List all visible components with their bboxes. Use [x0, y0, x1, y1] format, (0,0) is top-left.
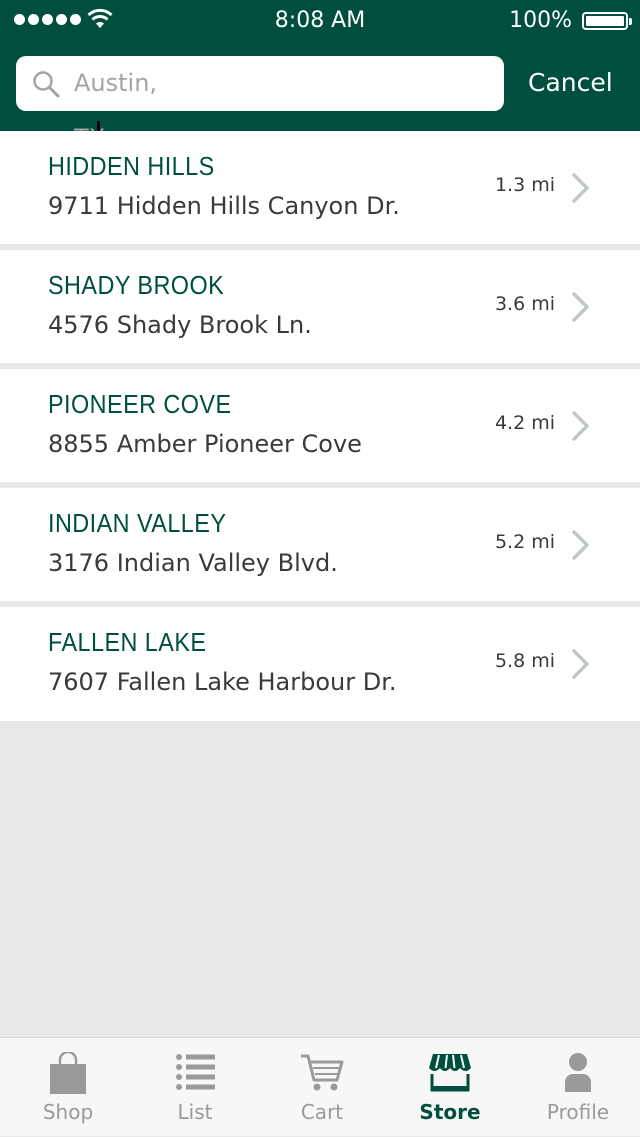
battery-icon	[582, 12, 632, 30]
bag-icon	[50, 1052, 86, 1094]
store-address: 4576 Shady Brook Ln.	[48, 311, 312, 339]
store-distance: 3.6 mi	[494, 293, 555, 315]
store-item[interactable]: SHADY BROOK 4576 Shady Brook Ln. 3.6 mi	[0, 250, 640, 363]
header: 8:08 AM 100% Austin, TX Cancel	[0, 0, 640, 157]
tab-bar: Shop List Cart Store Profile	[0, 1037, 640, 1136]
store-item[interactable]: INDIAN VALLEY 3176 Indian Valley Blvd. 5…	[0, 488, 640, 601]
store-name: INDIAN VALLEY	[48, 508, 227, 538]
search-input[interactable]: Austin, TX	[74, 56, 191, 157]
person-icon	[565, 1053, 591, 1092]
battery-percentage: 100%	[509, 8, 572, 33]
store-distance: 4.2 mi	[494, 412, 555, 434]
store-distance: 5.8 mi	[494, 650, 555, 672]
store-name: PIONEER COVE	[48, 389, 232, 419]
tab-label: Cart	[300, 1100, 344, 1124]
store-distance: 5.2 mi	[494, 531, 555, 553]
chevron-right-icon	[572, 292, 589, 322]
tab-cart[interactable]: Cart	[258, 1038, 386, 1137]
store-list: HIDDEN HILLS 9711 Hidden Hills Canyon Dr…	[0, 131, 640, 721]
chevron-right-icon	[572, 649, 589, 679]
store-address: 7607 Fallen Lake Harbour Dr.	[48, 668, 397, 696]
store-item[interactable]: HIDDEN HILLS 9711 Hidden Hills Canyon Dr…	[0, 131, 640, 244]
chevron-right-icon	[572, 173, 589, 203]
store-name: FALLEN LAKE	[48, 627, 207, 657]
tab-profile[interactable]: Profile	[514, 1038, 640, 1137]
chevron-right-icon	[572, 411, 589, 441]
cancel-button[interactable]: Cancel	[528, 68, 613, 97]
tab-label: Profile	[546, 1100, 610, 1124]
tab-list[interactable]: List	[131, 1038, 259, 1137]
tab-label: Store	[419, 1100, 481, 1124]
store-address: 8855 Amber Pioneer Cove	[48, 430, 362, 458]
tab-label: List	[177, 1100, 213, 1124]
store-name: SHADY BROOK	[48, 270, 225, 300]
list-icon	[176, 1054, 215, 1090]
store-name: HIDDEN HILLS	[48, 151, 215, 181]
search-icon	[33, 71, 60, 98]
tab-shop[interactable]: Shop	[4, 1038, 132, 1137]
chevron-right-icon	[572, 530, 589, 560]
search-box[interactable]: Austin, TX	[16, 56, 504, 157]
store-distance: 1.3 mi	[494, 174, 555, 196]
store-icon	[429, 1054, 471, 1092]
store-item[interactable]: PIONEER COVE 8855 Amber Pioneer Cove 4.2…	[0, 369, 640, 482]
status-bar: 8:08 AM 100%	[0, 0, 640, 40]
store-address: 9711 Hidden Hills Canyon Dr.	[48, 192, 400, 220]
cart-icon	[301, 1054, 344, 1091]
tab-store[interactable]: Store	[386, 1038, 514, 1137]
tab-label: Shop	[42, 1100, 94, 1124]
store-item[interactable]: FALLEN LAKE 7607 Fallen Lake Harbour Dr.…	[0, 607, 640, 721]
store-address: 3176 Indian Valley Blvd.	[48, 549, 338, 577]
